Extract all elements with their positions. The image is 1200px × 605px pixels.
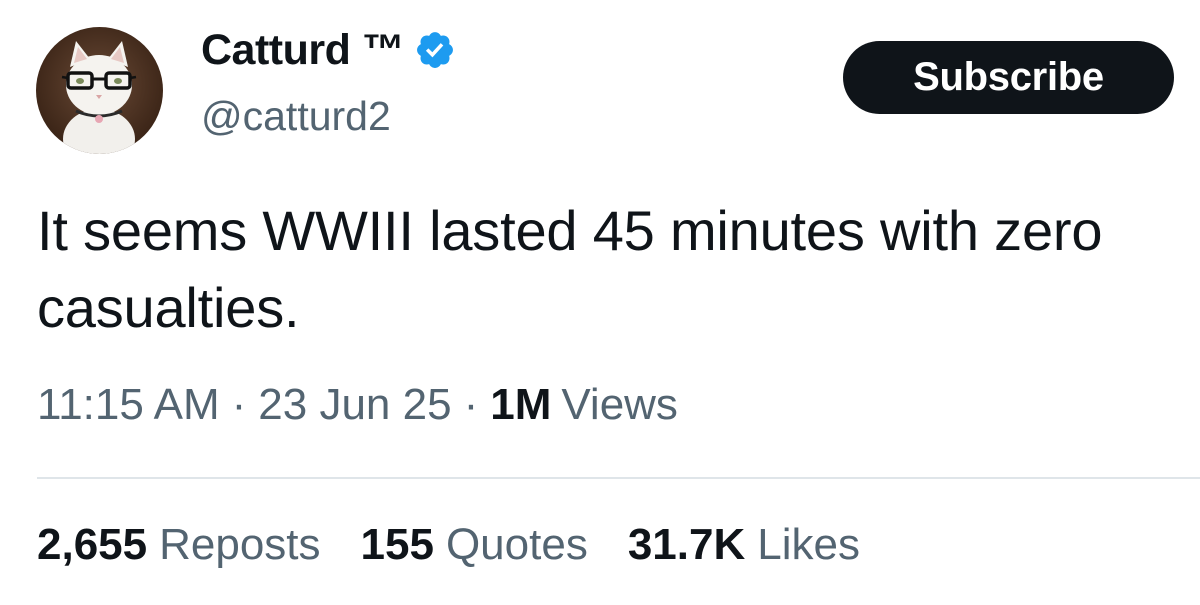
tweet-card: Catturd ™ @catturd2 Subscribe It seems W… — [0, 0, 1200, 605]
divider — [37, 477, 1200, 479]
views-count: 1M — [490, 380, 552, 429]
views-label: Views — [561, 380, 678, 429]
meta-separator: · — [463, 380, 479, 429]
verified-badge-icon[interactable] — [414, 29, 456, 71]
likes-label: Likes — [757, 520, 860, 569]
quotes-label: Quotes — [445, 520, 588, 569]
post-time[interactable]: 11:15 AM — [37, 380, 220, 430]
avatar[interactable] — [36, 27, 163, 154]
author-handle[interactable]: @catturd2 — [201, 93, 391, 140]
reposts-label: Reposts — [159, 520, 321, 569]
author-name-row: Catturd ™ — [201, 22, 456, 78]
meta-separator: · — [231, 380, 247, 429]
likes-count: 31.7K — [627, 520, 746, 569]
engagement-stats: 2,655 Reposts 155 Quotes 31.7K Likes — [37, 520, 900, 570]
post-text: It seems WWIII lasted 45 minutes with ze… — [37, 199, 1103, 339]
quotes-count: 155 — [360, 520, 434, 569]
post-date[interactable]: 23 Jun 25 — [258, 380, 451, 430]
reposts-count: 2,655 — [37, 520, 148, 569]
reposts-stat[interactable]: 2,655 Reposts — [37, 520, 321, 570]
author-display-name[interactable]: Catturd ™ — [201, 26, 405, 75]
quotes-stat[interactable]: 155 Quotes — [361, 520, 588, 570]
likes-stat[interactable]: 31.7K Likes — [628, 520, 860, 570]
subscribe-button[interactable]: Subscribe — [843, 41, 1174, 114]
cat-with-glasses-avatar-image — [61, 41, 137, 154]
post-meta: 11:15 AM · 23 Jun 25 · 1M Views — [37, 380, 678, 430]
